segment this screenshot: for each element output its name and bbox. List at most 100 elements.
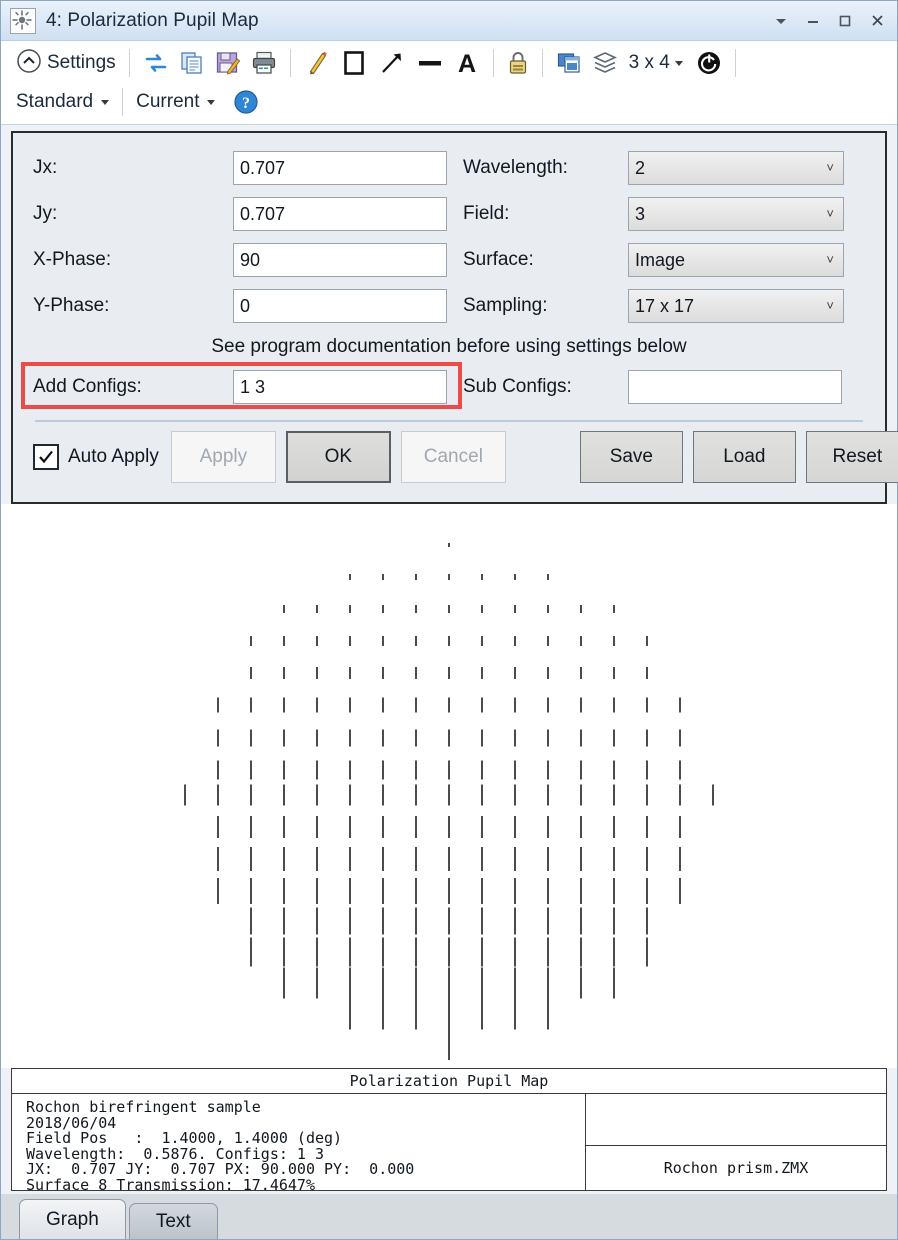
pupil-sample-tick [316, 937, 318, 967]
apply-button[interactable]: Apply [170, 431, 276, 483]
pupil-sample-tick [283, 907, 285, 935]
pupil-sample-tick [415, 816, 417, 838]
x-phase-label: X-Phase: [33, 249, 112, 270]
field-select[interactable]: 3 ˅ [628, 197, 844, 231]
pupil-sample-tick [250, 907, 252, 935]
x-phase-input[interactable] [233, 243, 447, 277]
pupil-sample-tick [283, 784, 285, 806]
auto-apply-checkbox[interactable]: Auto Apply [33, 444, 159, 470]
arrow-icon[interactable] [373, 47, 411, 79]
settings-row-jx-wavelength: Jx: Wavelength: 2 ˅ [33, 145, 865, 191]
field-value: 3 [635, 203, 646, 224]
text-A-icon[interactable]: A [449, 47, 485, 79]
pupil-sample-tick [349, 636, 351, 646]
sampling-value: 17 x 17 [635, 295, 695, 316]
pupil-sample-tick [217, 816, 219, 838]
checkbox-box [33, 444, 59, 470]
pupil-sample-tick [613, 816, 615, 838]
layers-icon[interactable] [587, 48, 623, 78]
footer-title: Polarization Pupil Map [12, 1069, 886, 1094]
pupil-sample-tick [217, 697, 219, 713]
pupil-sample-tick [382, 760, 384, 780]
pupil-sample-tick [349, 878, 351, 904]
pupil-sample-tick [316, 784, 318, 806]
pupil-sample-tick [481, 760, 483, 780]
settings-row-xphase-surface: X-Phase: Surface: Image ˅ [33, 237, 865, 283]
chevron-down-icon [101, 99, 110, 105]
reset-button[interactable]: Reset [805, 431, 898, 483]
jy-input[interactable] [233, 197, 447, 231]
minimize-button[interactable] [797, 6, 829, 36]
save-image-icon[interactable] [210, 48, 246, 78]
pupil-sample-tick [481, 636, 483, 646]
pupil-sample-tick [547, 847, 549, 871]
y-phase-input[interactable] [233, 289, 447, 323]
sub-configs-input[interactable] [628, 370, 842, 404]
pupil-sample-tick [646, 636, 648, 646]
pupil-sample-tick [349, 605, 351, 613]
wavelength-select[interactable]: 2 ˅ [628, 151, 844, 185]
titlebar-dropdown-button[interactable] [765, 6, 797, 36]
footer-body: Rochon birefringent sample 2018/06/04 Fi… [12, 1094, 886, 1192]
jx-input[interactable] [233, 151, 447, 185]
surface-label: Surface: [463, 249, 534, 270]
pupil-sample-tick [349, 847, 351, 871]
window-copy-icon[interactable] [551, 48, 587, 78]
power-refresh-icon[interactable] [691, 48, 727, 78]
standard-dropdown[interactable]: Standard [11, 89, 114, 115]
surface-value: Image [635, 249, 686, 270]
footer-file-block: Rochon prism.ZMX [586, 1094, 886, 1190]
pencil-annotate-icon[interactable] [299, 48, 335, 78]
surface-select[interactable]: Image ˅ [628, 243, 844, 277]
pupil-sample-tick [679, 729, 681, 747]
pupil-sample-tick [283, 847, 285, 871]
sampling-select[interactable]: 17 x 17 ˅ [628, 289, 844, 323]
grid-size-label[interactable]: 3 x 4 [629, 52, 670, 74]
cancel-button[interactable]: Cancel [400, 431, 506, 483]
pupil-sample-tick [646, 847, 648, 871]
pupil-sample-tick [580, 847, 582, 871]
close-button[interactable] [861, 6, 893, 36]
pupil-sample-tick [514, 937, 516, 967]
pupil-sample-tick [679, 847, 681, 871]
pupil-sample-tick [283, 667, 285, 679]
load-button[interactable]: Load [692, 431, 796, 483]
line-icon[interactable] [411, 47, 449, 79]
settings-button[interactable]: Settings [11, 46, 121, 81]
pupil-sample-tick [448, 1026, 450, 1060]
ok-button[interactable]: OK [285, 431, 391, 483]
toolbar-row-2: Standard Current ? [1, 83, 897, 121]
maximize-button[interactable] [829, 6, 861, 36]
help-circle-icon[interactable]: ? [228, 87, 264, 117]
pupil-sample-tick [283, 697, 285, 713]
pupil-sample-tick [316, 729, 318, 747]
pupil-sample-tick [283, 816, 285, 838]
save-button[interactable]: Save [579, 431, 683, 483]
pupil-sample-tick [646, 937, 648, 967]
add-configs-input[interactable] [233, 370, 447, 404]
pupil-sample-tick [448, 667, 450, 679]
pupil-sample-tick [448, 967, 450, 999]
refresh-icon[interactable] [138, 48, 174, 78]
pupil-sample-tick [613, 697, 615, 713]
chevron-down-icon[interactable] [674, 60, 683, 66]
settings-row-yphase-sampling: Y-Phase: Sampling: 17 x 17 ˅ [33, 283, 865, 329]
pupil-sample-tick [448, 816, 450, 838]
pupil-sample-tick [514, 784, 516, 806]
copy-icon[interactable] [174, 48, 210, 78]
print-icon[interactable] [246, 48, 282, 78]
pupil-sample-tick [646, 729, 648, 747]
current-dropdown[interactable]: Current [131, 89, 220, 115]
lock-icon[interactable] [502, 48, 534, 78]
pupil-sample-tick [547, 636, 549, 646]
pupil-sample-tick [217, 784, 219, 806]
pupil-sample-tick [448, 543, 450, 547]
pupil-sample-tick [481, 816, 483, 838]
pupil-sample-tick [217, 878, 219, 904]
tab-text[interactable]: Text [128, 1203, 218, 1239]
tab-graph[interactable]: Graph [19, 1199, 126, 1239]
pupil-sample-tick [448, 760, 450, 780]
pupil-sample-tick [514, 996, 516, 1030]
rectangle-icon[interactable] [335, 47, 373, 79]
pupil-sample-tick [613, 760, 615, 780]
